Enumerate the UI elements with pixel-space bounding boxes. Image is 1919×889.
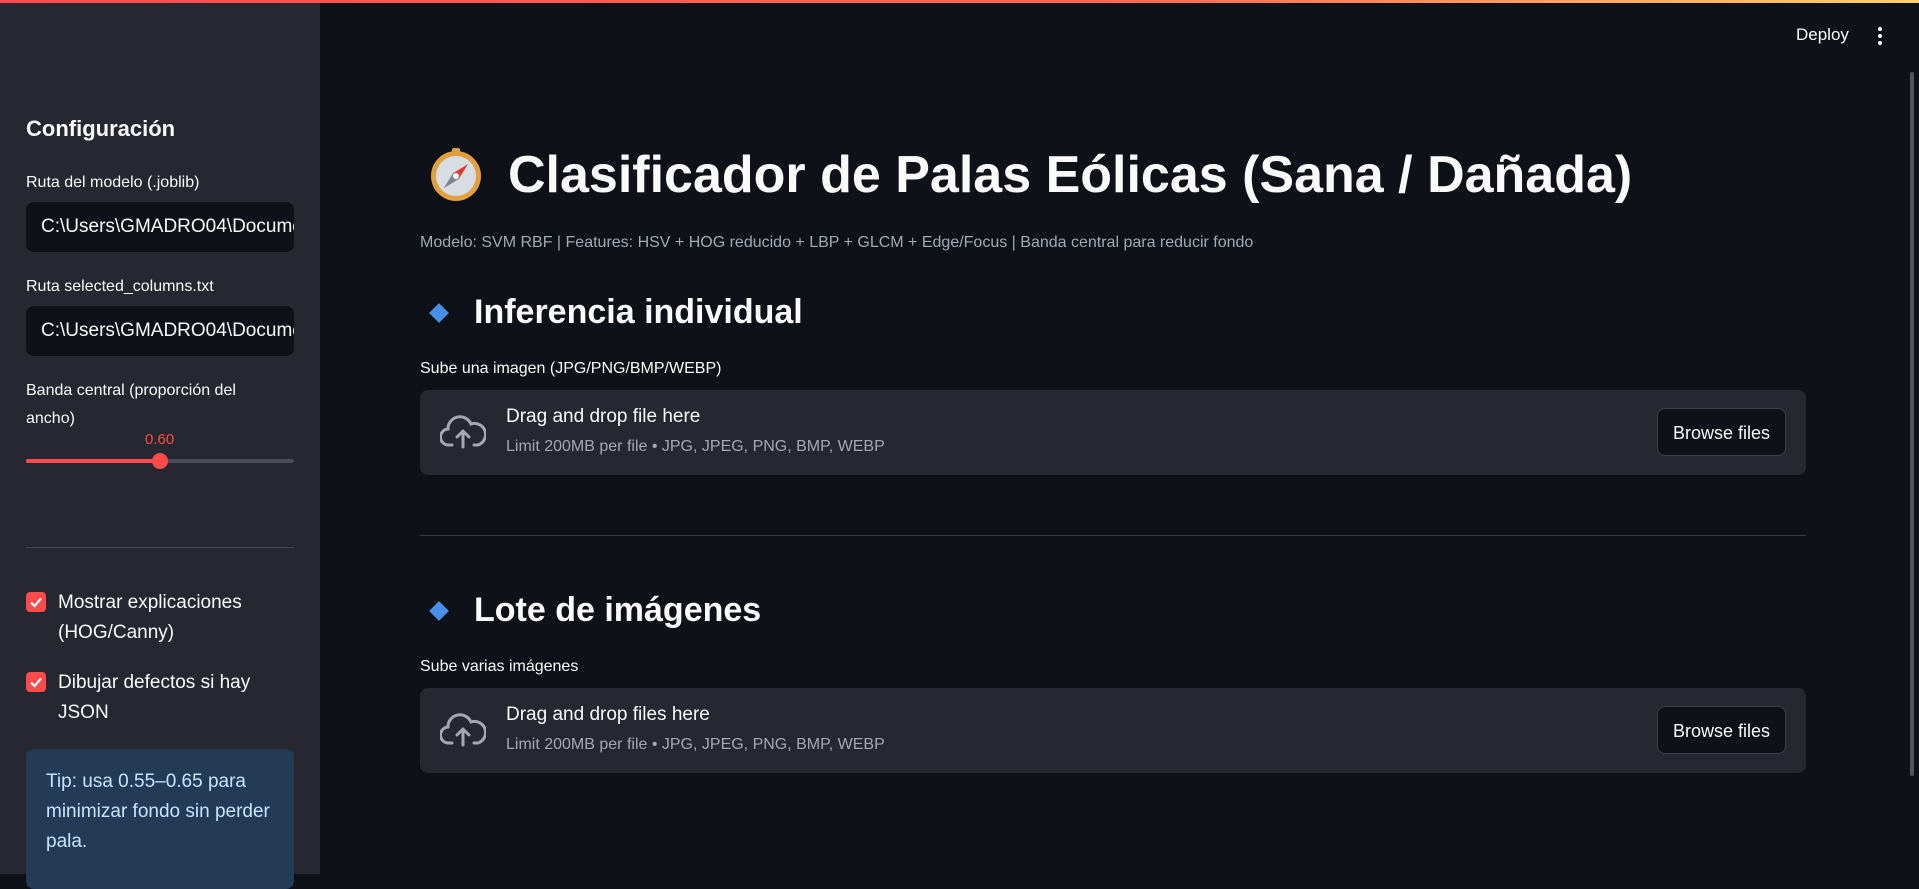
- band-slider-thumb[interactable]: [152, 453, 168, 469]
- sidebar-title: Configuración: [26, 116, 176, 141]
- page-title: Clasificador de Palas Eólicas (Sana / Da…: [428, 145, 1632, 205]
- single-dropzone[interactable]: Drag and drop file here Limit 200MB per …: [420, 390, 1806, 475]
- band-slider-label: Banda central (proporción del ancho): [26, 382, 236, 427]
- single-upload-label: Sube una imagen (JPG/PNG/BMP/WEBP): [420, 360, 722, 377]
- model-path-label: Ruta del modelo (.joblib): [26, 174, 200, 191]
- batch-upload-label: Sube varias imágenes: [420, 658, 579, 675]
- explanations-checkbox-row[interactable]: Mostrar explicaciones (HOG/Canny): [26, 588, 296, 648]
- columns-path-input[interactable]: C:\Users\GMADRO04\Documents: [26, 306, 294, 356]
- columns-path-label: Ruta selected_columns.txt: [26, 278, 214, 295]
- sidebar: Configuración Ruta del modelo (.joblib) …: [0, 3, 320, 889]
- single-inference-heading-text: Inferencia individual: [474, 293, 803, 331]
- defects-checkbox-row[interactable]: Dibujar defectos si hay JSON: [26, 668, 296, 728]
- deploy-button[interactable]: Deploy: [1796, 25, 1849, 45]
- check-icon: [30, 597, 42, 608]
- model-caption: Modelo: SVM RBF | Features: HSV + HOG re…: [420, 234, 1254, 251]
- explanations-checkbox[interactable]: [26, 592, 46, 612]
- explanations-checkbox-label: Mostrar explicaciones (HOG/Canny): [58, 592, 242, 643]
- main-scrollbar[interactable]: [1910, 72, 1914, 776]
- band-slider-fill: [26, 459, 160, 463]
- upload-cloud-icon: [440, 415, 486, 449]
- check-icon: [30, 677, 42, 688]
- batch-heading-text: Lote de imágenes: [474, 591, 762, 629]
- batch-heading: Lote de imágenes: [429, 591, 762, 630]
- band-slider-value: 0.60: [145, 431, 175, 448]
- diamond-icon: [429, 600, 449, 621]
- upload-cloud-icon: [440, 713, 486, 747]
- compass-icon: [431, 148, 481, 201]
- page-title-text: Clasificador de Palas Eólicas (Sana / Da…: [508, 146, 1633, 204]
- single-inference-heading: Inferencia individual: [429, 293, 803, 332]
- model-path-input[interactable]: C:\Users\GMADRO04\Documents: [26, 202, 294, 252]
- batch-browse-button[interactable]: Browse files: [1656, 706, 1786, 754]
- section-divider: [420, 535, 1806, 536]
- tip-text: Tip: usa 0.55–0.65 para minimizar fondo …: [46, 771, 270, 852]
- band-slider[interactable]: [26, 453, 294, 469]
- single-browse-button[interactable]: Browse files: [1656, 408, 1786, 456]
- batch-dropzone[interactable]: Drag and drop files here Limit 200MB per…: [420, 688, 1806, 773]
- batch-limit-text: Limit 200MB per file • JPG, JPEG, PNG, B…: [506, 736, 885, 753]
- tip-info-box: Tip: usa 0.55–0.65 para minimizar fondo …: [26, 749, 294, 889]
- defects-checkbox-label: Dibujar defectos si hay JSON: [58, 672, 251, 723]
- diamond-icon: [429, 302, 449, 323]
- single-limit-text: Limit 200MB per file • JPG, JPEG, PNG, B…: [506, 438, 885, 455]
- sidebar-divider: [26, 547, 294, 548]
- batch-drop-text: Drag and drop files here: [506, 704, 710, 725]
- single-drop-text: Drag and drop file here: [506, 406, 701, 427]
- kebab-menu-icon[interactable]: [1872, 24, 1888, 48]
- defects-checkbox[interactable]: [26, 672, 46, 692]
